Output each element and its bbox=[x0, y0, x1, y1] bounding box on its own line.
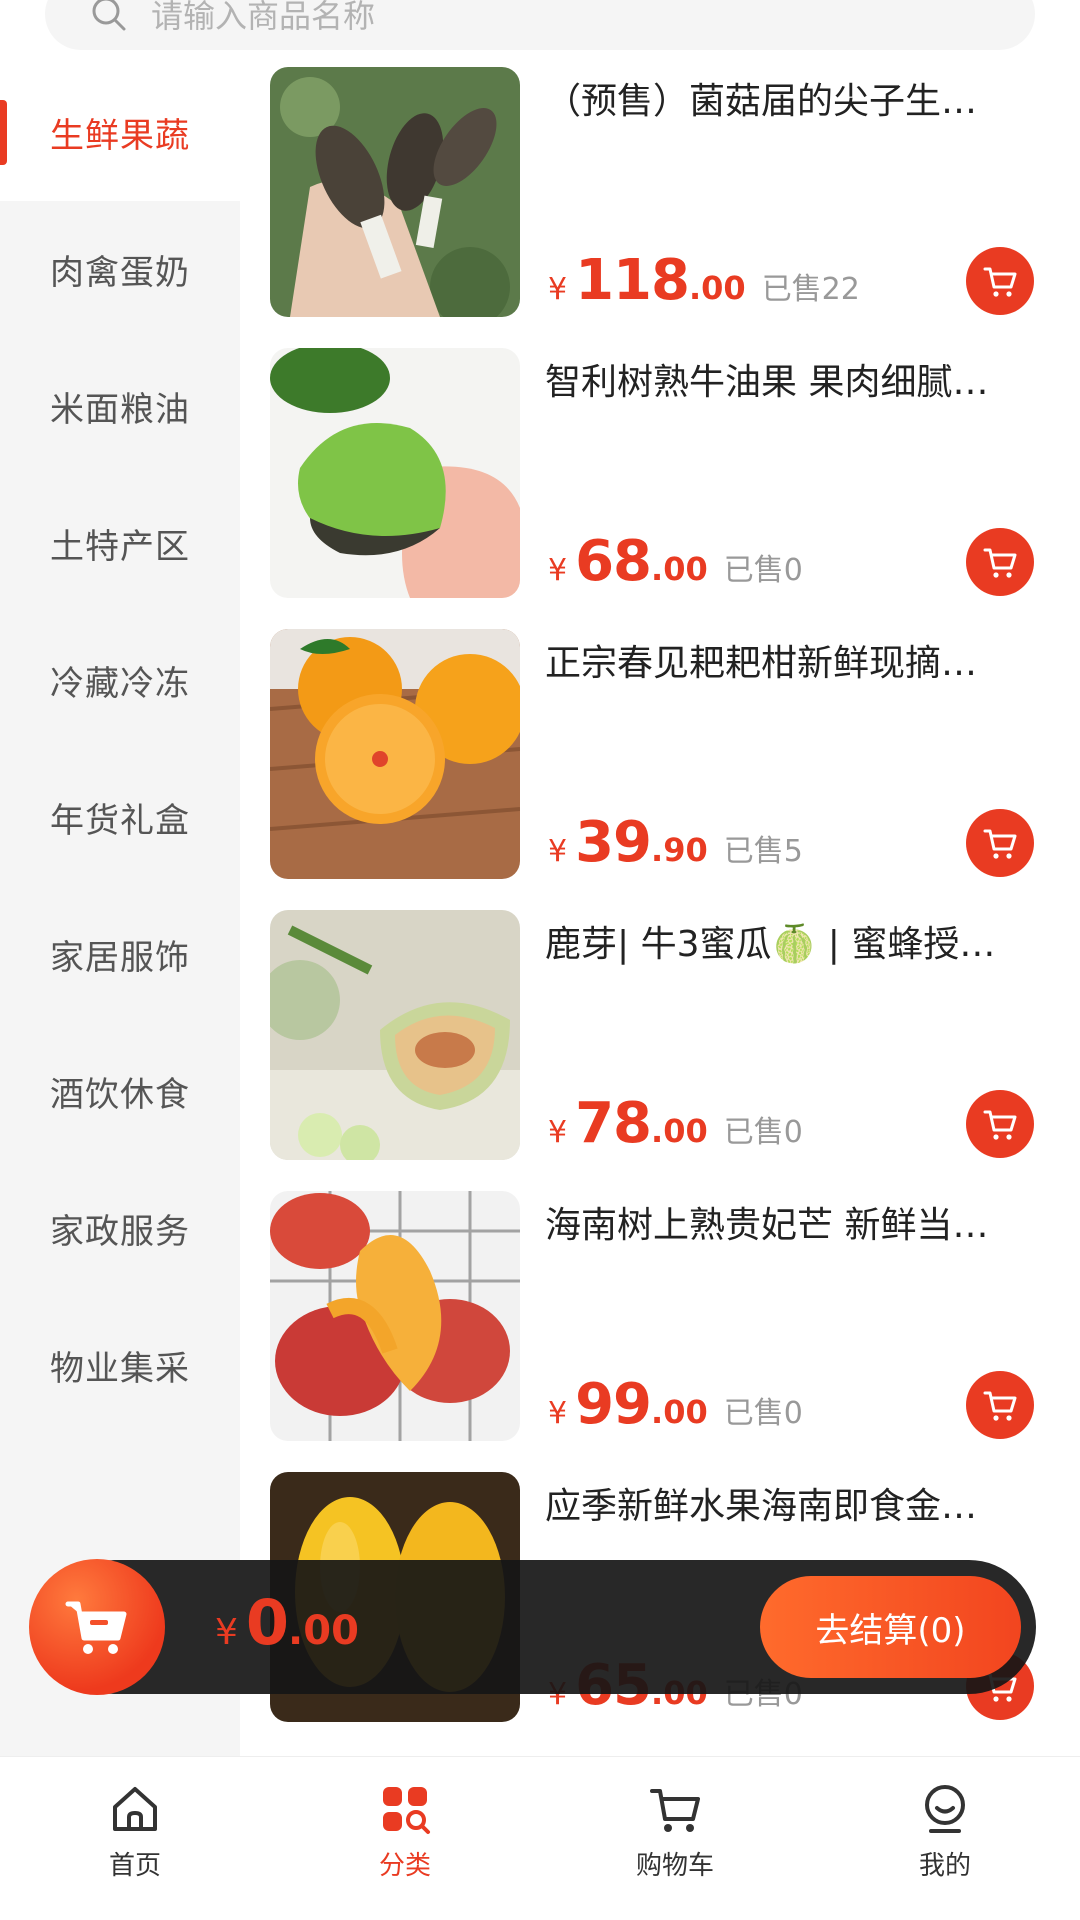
product-card[interactable]: 智利树熟牛油果 果肉细腻… ¥ 68 .00 已售0 bbox=[240, 345, 1080, 626]
product-title[interactable]: 海南树上熟贵妃芒 新鲜当… bbox=[545, 1196, 1025, 1248]
price-integer: 68 bbox=[575, 529, 652, 594]
tab-label: 首页 bbox=[108, 1851, 161, 1881]
cart-icon bbox=[983, 548, 1017, 578]
cart-icon bbox=[650, 1789, 700, 1832]
sold-count: 已售0 bbox=[723, 1115, 803, 1150]
sidebar-item-label: 米面粮油 bbox=[50, 390, 190, 430]
sold-count: 已售0 bbox=[723, 1396, 803, 1431]
price: ¥ 99 .00 已售0 bbox=[548, 1372, 803, 1437]
profile-icon bbox=[925, 1785, 965, 1833]
sold-count: 已售0 bbox=[723, 553, 803, 588]
tab-cart[interactable]: 购物车 bbox=[540, 1757, 810, 1920]
search-bar[interactable]: 请输入商品名称 bbox=[45, 0, 1035, 50]
sidebar-item-label: 土特产区 bbox=[50, 527, 190, 567]
product-image[interactable] bbox=[270, 348, 520, 598]
add-to-cart-button[interactable] bbox=[966, 1090, 1034, 1158]
product-list[interactable]: （预售）菌菇届的尖子生… ¥ 118 .00 已售22 智利树熟牛油果 果肉细腻… bbox=[240, 64, 1080, 1756]
search-input[interactable]: 请输入商品名称 bbox=[151, 0, 375, 37]
tab-label: 我的 bbox=[918, 1851, 971, 1881]
price: ¥ 118 .00 已售22 bbox=[548, 248, 860, 313]
currency-symbol: ¥ bbox=[548, 1396, 568, 1431]
sold-count: 已售22 bbox=[761, 272, 860, 307]
price-integer: 78 bbox=[575, 1091, 652, 1156]
tab-label: 购物车 bbox=[635, 1851, 714, 1881]
sidebar-item-fresh[interactable]: 生鲜果蔬 bbox=[0, 64, 240, 201]
currency-symbol: ¥ bbox=[548, 1115, 568, 1150]
sidebar-item-label: 肉禽蛋奶 bbox=[50, 253, 190, 293]
app-root: 请输入商品名称 生鲜果蔬 肉禽蛋奶 米面粮油 土特产区 冷藏冷冻 年货礼盒 家居… bbox=[0, 0, 1080, 1920]
currency-symbol: ¥ bbox=[548, 272, 568, 307]
price-integer: 118 bbox=[575, 248, 690, 313]
tab-home[interactable]: 首页 bbox=[0, 1757, 270, 1920]
product-title[interactable]: 智利树熟牛油果 果肉细腻… bbox=[545, 353, 1025, 405]
product-image[interactable] bbox=[270, 910, 520, 1160]
sidebar-item-frozen[interactable]: 冷藏冷冻 bbox=[0, 612, 240, 749]
currency-symbol: ¥ bbox=[548, 553, 568, 588]
sidebar-item-label: 物业集采 bbox=[50, 1349, 190, 1389]
cart-icon bbox=[65, 1601, 127, 1654]
product-image[interactable] bbox=[270, 67, 520, 317]
sidebar-item-label: 冷藏冷冻 bbox=[50, 664, 190, 704]
price-decimal: .00 bbox=[651, 550, 708, 588]
product-card[interactable]: 海南树上熟贵妃芒 新鲜当… ¥ 99 .00 已售0 bbox=[240, 1188, 1080, 1469]
product-title[interactable]: （预售）菌菇届的尖子生… bbox=[545, 72, 1025, 124]
price-integer: 39 bbox=[575, 810, 652, 875]
cart-total: ¥ 0 .00 bbox=[215, 1586, 359, 1659]
sidebar-item-label: 年货礼盒 bbox=[50, 801, 190, 841]
product-image[interactable] bbox=[270, 1191, 520, 1441]
product-card[interactable]: 鹿芽| 牛3蜜瓜🍈 | 蜜蜂授… ¥ 78 .00 已售0 bbox=[240, 907, 1080, 1188]
cart-icon bbox=[983, 1110, 1017, 1140]
home-icon bbox=[113, 1787, 157, 1831]
total-decimal: .00 bbox=[288, 1608, 359, 1654]
sold-count: 已售5 bbox=[723, 834, 803, 869]
cart-icon bbox=[983, 829, 1017, 859]
total-integer: 0 bbox=[245, 1586, 289, 1659]
sidebar-item-label: 家政服务 bbox=[50, 1212, 190, 1252]
price-decimal: .90 bbox=[651, 831, 708, 869]
price-decimal: .00 bbox=[689, 269, 746, 307]
sidebar-item-drinks-snacks[interactable]: 酒饮休食 bbox=[0, 1023, 240, 1160]
sidebar-item-local-specialty[interactable]: 土特产区 bbox=[0, 475, 240, 612]
tab-label: 分类 bbox=[378, 1851, 431, 1881]
cart-icon bbox=[983, 1391, 1017, 1421]
sidebar-item-home-apparel[interactable]: 家居服饰 bbox=[0, 886, 240, 1023]
search-icon bbox=[92, 0, 126, 31]
tab-profile[interactable]: 我的 bbox=[810, 1757, 1080, 1920]
price: ¥ 78 .00 已售0 bbox=[548, 1091, 803, 1156]
category-icon bbox=[383, 1787, 430, 1834]
add-to-cart-button[interactable] bbox=[966, 247, 1034, 315]
currency-symbol: ¥ bbox=[548, 834, 568, 869]
tab-category[interactable]: 分类 bbox=[270, 1757, 540, 1920]
add-to-cart-button[interactable] bbox=[966, 1371, 1034, 1439]
price-integer: 99 bbox=[575, 1372, 652, 1437]
product-title[interactable]: 应季新鲜水果海南即食金… bbox=[545, 1477, 1025, 1529]
sidebar-item-housekeeping[interactable]: 家政服务 bbox=[0, 1160, 240, 1297]
currency-symbol: ¥ bbox=[215, 1612, 238, 1653]
sidebar-item-property-purchase[interactable]: 物业集采 bbox=[0, 1297, 240, 1434]
checkout-button[interactable]: 去结算(0) bbox=[760, 1576, 1021, 1678]
product-title[interactable]: 正宗春见耙耙柑新鲜现摘… bbox=[545, 634, 1025, 686]
product-card[interactable]: （预售）菌菇届的尖子生… ¥ 118 .00 已售22 bbox=[240, 64, 1080, 345]
price: ¥ 68 .00 已售0 bbox=[548, 529, 803, 594]
product-title[interactable]: 鹿芽| 牛3蜜瓜🍈 | 蜜蜂授… bbox=[545, 915, 1025, 967]
product-image[interactable] bbox=[270, 629, 520, 879]
price-decimal: .00 bbox=[651, 1393, 708, 1431]
add-to-cart-button[interactable] bbox=[966, 528, 1034, 596]
sidebar-item-meat-eggs[interactable]: 肉禽蛋奶 bbox=[0, 201, 240, 338]
price-decimal: .00 bbox=[651, 1112, 708, 1150]
category-sidebar: 生鲜果蔬 肉禽蛋奶 米面粮油 土特产区 冷藏冷冻 年货礼盒 家居服饰 酒饮休食 … bbox=[0, 64, 240, 1756]
cart-icon bbox=[983, 267, 1017, 297]
price: ¥ 39 .90 已售5 bbox=[548, 810, 803, 875]
sidebar-item-label: 生鲜果蔬 bbox=[50, 116, 190, 156]
product-card[interactable]: 正宗春见耙耙柑新鲜现摘… ¥ 39 .90 已售5 bbox=[240, 626, 1080, 907]
sidebar-item-label: 酒饮休食 bbox=[50, 1075, 190, 1115]
cart-summary-button[interactable] bbox=[29, 1559, 165, 1695]
sidebar-item-grain-oil[interactable]: 米面粮油 bbox=[0, 338, 240, 475]
sidebar-item-gift-box[interactable]: 年货礼盒 bbox=[0, 749, 240, 886]
sidebar-item-label: 家居服饰 bbox=[50, 938, 190, 978]
add-to-cart-button[interactable] bbox=[966, 809, 1034, 877]
bottom-tab-bar: 首页 分类 购物车 我的 bbox=[0, 1756, 1080, 1920]
